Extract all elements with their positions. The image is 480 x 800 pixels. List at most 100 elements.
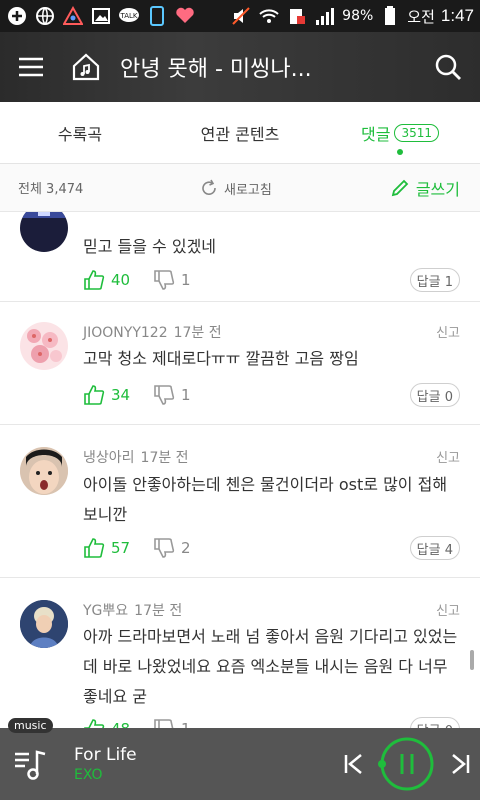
avatar[interactable] [20,322,68,370]
page-title: 안녕 못해 - 미씽나... [120,57,312,82]
total-count: 전체 3,474 [18,182,84,197]
like-count: 40 [111,271,131,289]
time-period: 오전 [407,7,435,26]
comment-item: 냉상아리 17분 전 신고 아이돌 안좋아하는데 첸은 물건이더라 ost로 많이… [0,425,480,578]
tab-label: 연관 콘텐츠 [200,124,280,144]
previous-button[interactable] [334,728,374,800]
music-chip: music [8,718,53,733]
previous-track-icon [344,754,362,774]
dislike-button[interactable]: 2 [153,537,191,559]
tab-related-content[interactable]: 연관 콘텐츠 [160,102,320,163]
tab-tracks[interactable]: 수록곡 [0,102,160,163]
mute-icon [230,6,252,26]
tab-label: 수록곡 [57,124,103,144]
pause-button[interactable] [378,735,436,793]
avatar[interactable] [20,212,68,252]
triangle-app-icon [62,6,84,26]
avatar[interactable] [20,600,68,648]
refresh-icon [202,179,216,195]
playlist-music-icon [15,750,46,780]
search-button[interactable] [416,32,480,102]
globe-icon [34,6,56,26]
comment-item: JIOONYY122 17분 전 신고 고막 청소 제대로다ㅠㅠ 깔끔한 고음 짱… [0,302,480,425]
sim-icon [286,6,308,26]
comment-time: 17분 전 [173,325,222,341]
comment-text: 믿고 들을 수 있겠네 [83,237,217,256]
next-track-icon [452,754,470,774]
dislike-button[interactable]: 1 [153,384,191,406]
comment-item: YG뿌요 17분 전 신고 아까 드라마보면서 노래 넘 좋아서 음원 기다리고 … [0,578,480,728]
dislike-count: 2 [181,539,191,557]
thumbs-down-icon [154,719,174,728]
artist-name: EXO [74,767,103,783]
like-button[interactable]: 34 [83,384,153,406]
comment-count-badge: 3511 [394,123,439,142]
report-button[interactable]: 신고 [436,600,460,619]
comment-text: 아까 드라마보면서 노래 넘 좋아서 음원 기다리고 있었는데 바로 나왔었네요… [83,627,458,706]
comment-username[interactable]: YG뿌요 17분 전 [83,600,182,620]
reply-button[interactable]: 답글 1 [409,268,460,292]
comment-item: 믿고 들을 수 있겠네 40 1 답글 1 [0,212,480,302]
comment-time: 17분 전 [134,603,183,619]
tab-label: 댓글 [361,124,391,144]
tab-bar: 수록곡 연관 콘텐츠 댓글 3511 [0,102,480,164]
thumbs-down-icon [154,270,175,290]
dislike-count: 1 [181,720,191,728]
tab-comments[interactable]: 댓글 3511 [320,102,480,163]
comment-actions: 34 1 [83,382,191,408]
username: YG뿌요 [83,603,129,619]
write-button[interactable]: 글쓰기 [390,164,460,212]
thumbs-up-icon [84,538,105,558]
home-button[interactable] [62,32,110,102]
app-header: 안녕 못해 - 미씽나... [0,32,480,102]
avatar[interactable] [20,447,68,495]
playlist-button[interactable] [0,728,62,800]
like-count: 48 [111,720,130,728]
dislike-button[interactable]: 1 [153,269,191,291]
comment-text: 고막 청소 제대로다ㅠㅠ 깔끔한 고음 짱임 [83,349,359,368]
comment-actions: 57 2 [83,535,191,561]
refresh-button[interactable]: 새로고침 [200,164,272,212]
dislike-count: 1 [181,386,191,404]
thumbs-up-icon [84,385,105,405]
comment-actions: 48 1 [83,716,191,728]
svg-text:TALK: TALK [119,12,137,20]
username: 냉상아리 [83,450,135,466]
comment-time: 17분 전 [140,450,189,466]
comment-text: 아이돌 안좋아하는데 첸은 물건이더라 ost로 많이 접해보니깐 [83,475,448,524]
reply-button[interactable]: 답글 4 [409,536,460,560]
like-button[interactable]: 57 [83,537,153,559]
thumbs-up-icon [84,719,105,728]
next-button[interactable] [440,728,480,800]
mini-player[interactable]: music For Life EXO [0,718,480,800]
like-button[interactable]: 48 [83,718,153,728]
reply-button[interactable]: 답글 0 [409,717,460,728]
phone-icon [146,6,168,26]
scrollbar[interactable] [470,650,474,670]
like-count: 34 [111,386,131,404]
pause-progress-icon [378,737,434,791]
comment-actions: 40 1 [83,267,191,293]
comment-username[interactable]: JIOONYY122 17분 전 [83,322,222,342]
battery-icon [379,6,401,26]
report-button[interactable]: 신고 [436,322,460,341]
like-button[interactable]: 40 [83,269,153,291]
menu-button[interactable] [0,32,62,102]
now-playing-info[interactable]: For Life EXO [62,745,334,783]
dislike-button[interactable]: 1 [153,718,191,728]
reply-button[interactable]: 답글 0 [409,383,460,407]
comment-username[interactable]: 냉상아리 17분 전 [83,447,189,467]
signal-icon [314,6,336,26]
app-root: TALK 98% 오전 1:47 안녕 못해 - 미씽나... 수록곡 연관 콘… [0,0,480,800]
comment-toolbar: 전체 3,474 새로고침 글쓰기 [0,164,480,212]
comment-list[interactable]: 믿고 들을 수 있겠네 40 1 답글 1 JIOONYY122 17분 전 신… [0,212,480,728]
thumbs-down-icon [154,385,175,405]
clock: 1:47 [440,6,474,25]
pencil-icon [391,179,409,197]
battery-level: 98% [342,8,374,24]
dislike-count: 1 [181,271,191,289]
username: JIOONYY122 [83,325,168,341]
report-button[interactable]: 신고 [436,447,460,466]
song-title: For Life [74,745,137,765]
hamburger-icon [19,57,43,77]
